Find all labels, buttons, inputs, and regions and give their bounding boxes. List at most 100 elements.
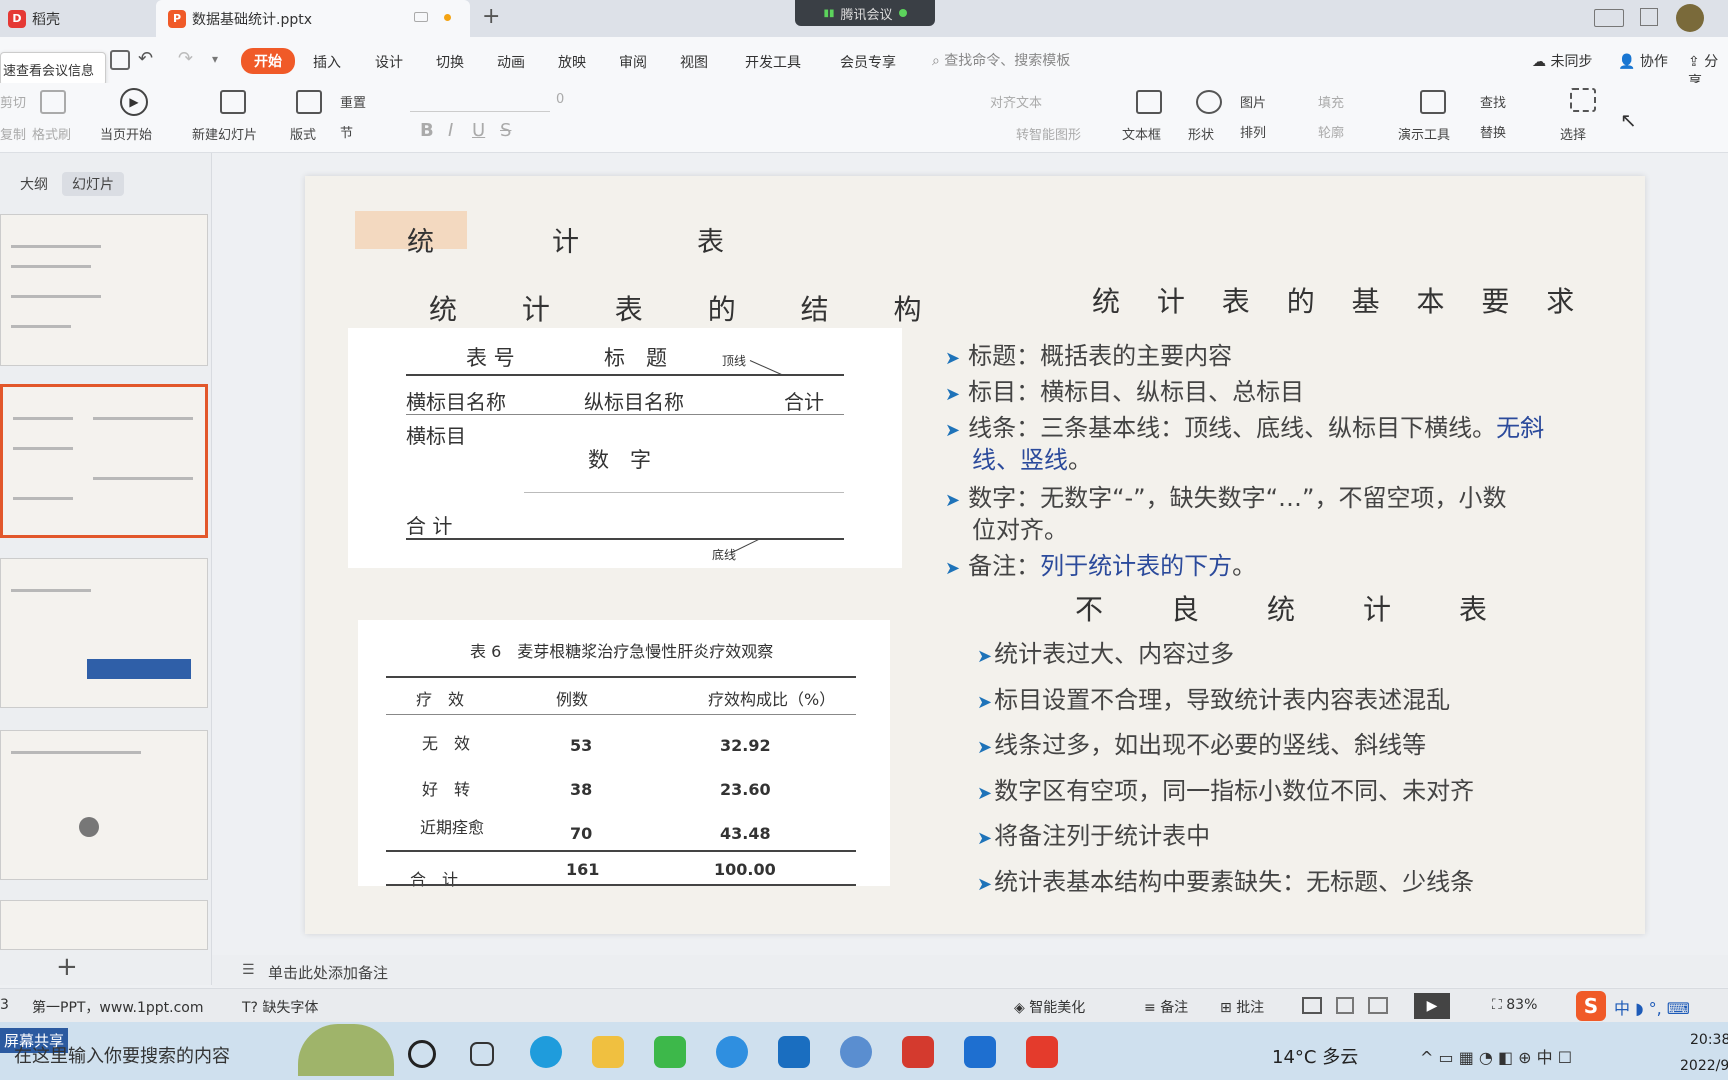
- clock-time[interactable]: 20:38: [1690, 1032, 1728, 1048]
- menu-animation[interactable]: 动画: [497, 52, 525, 72]
- reset-button[interactable]: 重置: [340, 92, 366, 111]
- chat-app-icon[interactable]: [716, 1036, 748, 1068]
- meeting-app-icon[interactable]: [964, 1036, 996, 1068]
- wps-icon[interactable]: [1026, 1036, 1058, 1068]
- replace-button[interactable]: 替换: [1480, 122, 1506, 141]
- italic-icon[interactable]: I: [448, 120, 453, 141]
- clock-date[interactable]: 2022/9: [1680, 1058, 1728, 1074]
- menu-insert[interactable]: 插入: [313, 52, 341, 72]
- tab-document[interactable]: P 数据基础统计.pptx: [156, 0, 470, 37]
- slide-thumbnail-selected[interactable]: [0, 384, 208, 538]
- menu-member[interactable]: 会员专享: [840, 52, 896, 72]
- new-tab-button[interactable]: +: [482, 4, 500, 29]
- notes-pane[interactable]: ☰ 单击此处添加备注: [212, 955, 1728, 987]
- redo-icon[interactable]: ↷: [178, 48, 193, 69]
- find-button[interactable]: 查找: [1480, 92, 1506, 111]
- undo-icon[interactable]: ↶: [138, 48, 153, 69]
- font-name-select[interactable]: [410, 90, 550, 112]
- ime-toolbar[interactable]: 中 ◗ °, ⌨: [1614, 995, 1690, 1019]
- system-tray-icons[interactable]: ^ ▭ ▦ ◔ ◧ ⊕ 中 ☐: [1420, 1044, 1572, 1068]
- textbox-button[interactable]: 文本框: [1122, 124, 1161, 143]
- slide-thumbnail[interactable]: [0, 730, 208, 880]
- fill-button[interactable]: 填充: [1318, 92, 1344, 111]
- cut-button[interactable]: 剪切: [0, 92, 26, 111]
- signal-icon: ▮▮: [823, 7, 835, 19]
- format-painter-button[interactable]: 格式刷: [32, 124, 71, 143]
- play-slideshow-icon[interactable]: ▶: [1414, 993, 1450, 1019]
- slide-thumbnail[interactable]: [0, 558, 208, 708]
- customize-dropdown-icon[interactable]: ▾: [212, 52, 218, 66]
- bold-icon[interactable]: B: [420, 120, 434, 141]
- requirements-title: 统 计 表 的 基 本 要 求: [1092, 285, 1589, 318]
- align-text-button[interactable]: 对齐文本: [990, 92, 1042, 111]
- tencent-meeting-bar[interactable]: ▮▮ 腾讯会议: [795, 0, 935, 26]
- slide-thumbnail[interactable]: [0, 214, 208, 366]
- layout-toggle-icon[interactable]: [1594, 9, 1624, 27]
- open-file-icon[interactable]: [110, 50, 130, 70]
- task-view-icon[interactable]: [470, 1042, 494, 1066]
- arrange-button[interactable]: 排列: [1240, 122, 1266, 141]
- edge-browser-icon[interactable]: [530, 1036, 562, 1068]
- new-slide-icon[interactable]: [220, 90, 246, 114]
- layout-icon[interactable]: [296, 90, 322, 114]
- add-slide-button[interactable]: +: [56, 952, 78, 982]
- grid-apps-icon[interactable]: [1640, 8, 1658, 26]
- command-search[interactable]: ⌕ 查找命令、搜索模板: [932, 50, 1070, 70]
- outline-button[interactable]: 轮廓: [1318, 122, 1344, 141]
- beautify-button[interactable]: ◈ 智能美化: [1014, 997, 1085, 1017]
- underline-icon[interactable]: U: [472, 120, 485, 141]
- notes-toggle-button[interactable]: ≡ 备注: [1144, 997, 1188, 1017]
- weather-widget[interactable]: 14°C 多云: [1272, 1043, 1358, 1069]
- sync-status[interactable]: ☁ 未同步: [1532, 51, 1592, 71]
- copy-button[interactable]: 复制: [0, 124, 26, 143]
- tab-dake[interactable]: D 稻壳: [0, 0, 152, 37]
- menu-transition[interactable]: 切换: [436, 52, 464, 72]
- comments-button[interactable]: ⊞ 批注: [1220, 997, 1264, 1017]
- present-tools-button[interactable]: 演示工具: [1398, 124, 1450, 143]
- menu-start[interactable]: 开始: [241, 48, 295, 74]
- user-avatar[interactable]: [1676, 4, 1704, 32]
- sogou-ime-icon[interactable]: S: [1576, 991, 1606, 1021]
- menu-design[interactable]: 设计: [375, 52, 403, 72]
- play-current-button[interactable]: 当页开始: [100, 124, 152, 143]
- section-button[interactable]: 节: [340, 122, 353, 141]
- media-player-icon[interactable]: [654, 1036, 686, 1068]
- table-number-label: 表 号: [466, 346, 515, 370]
- monitor-icon[interactable]: [414, 12, 428, 22]
- taskbar-search[interactable]: 在这里输入你要搜索的内容: [14, 1042, 230, 1068]
- normal-view-icon[interactable]: [1302, 997, 1322, 1014]
- textbox-icon[interactable]: [1136, 90, 1162, 114]
- tab-outline[interactable]: 大纲: [10, 172, 58, 196]
- slide-canvas[interactable]: 统 计 表 统 计 表 的 结 构 表 号 标 题 顶线 横标目名称 纵标目名称…: [305, 176, 1645, 934]
- layout-button[interactable]: 版式: [290, 124, 316, 143]
- menu-slideshow[interactable]: 放映: [558, 52, 586, 72]
- smart-shape-button[interactable]: 转智能图形: [1016, 124, 1081, 143]
- strikethrough-icon[interactable]: S: [500, 120, 511, 141]
- zoom-level[interactable]: ⛶ 83%: [1492, 997, 1537, 1013]
- new-slide-button[interactable]: 新建幻灯片: [192, 124, 257, 143]
- cnki-icon[interactable]: [778, 1036, 810, 1068]
- cortana-icon[interactable]: [408, 1040, 436, 1068]
- slide-thumbnail[interactable]: [0, 900, 208, 950]
- menu-developer[interactable]: 开发工具: [745, 52, 801, 72]
- select-icon[interactable]: [1570, 88, 1596, 112]
- zotero-icon[interactable]: [902, 1036, 934, 1068]
- collaborate-button[interactable]: 👤 协作: [1618, 51, 1668, 71]
- picture-button[interactable]: 图片: [1240, 92, 1266, 111]
- select-button[interactable]: 选择: [1560, 124, 1586, 143]
- format-painter-icon[interactable]: [40, 90, 66, 114]
- reading-view-icon[interactable]: [1368, 997, 1388, 1014]
- shape-button[interactable]: 形状: [1188, 124, 1214, 143]
- font-size-select[interactable]: 0: [556, 92, 564, 107]
- browser-globe-icon[interactable]: [840, 1036, 872, 1068]
- missing-font-button[interactable]: T? 缺失字体: [242, 997, 318, 1017]
- menu-view[interactable]: 视图: [680, 52, 708, 72]
- sorter-view-icon[interactable]: [1336, 997, 1354, 1014]
- tab-slides[interactable]: 幻灯片: [62, 172, 124, 196]
- file-explorer-icon[interactable]: [592, 1036, 624, 1068]
- play-icon[interactable]: ▶: [120, 88, 148, 116]
- present-tools-icon[interactable]: [1420, 90, 1446, 114]
- theme-name[interactable]: 第一PPT，www.1ppt.com: [32, 997, 203, 1017]
- menu-review[interactable]: 审阅: [619, 52, 647, 72]
- shape-icon[interactable]: [1196, 90, 1222, 114]
